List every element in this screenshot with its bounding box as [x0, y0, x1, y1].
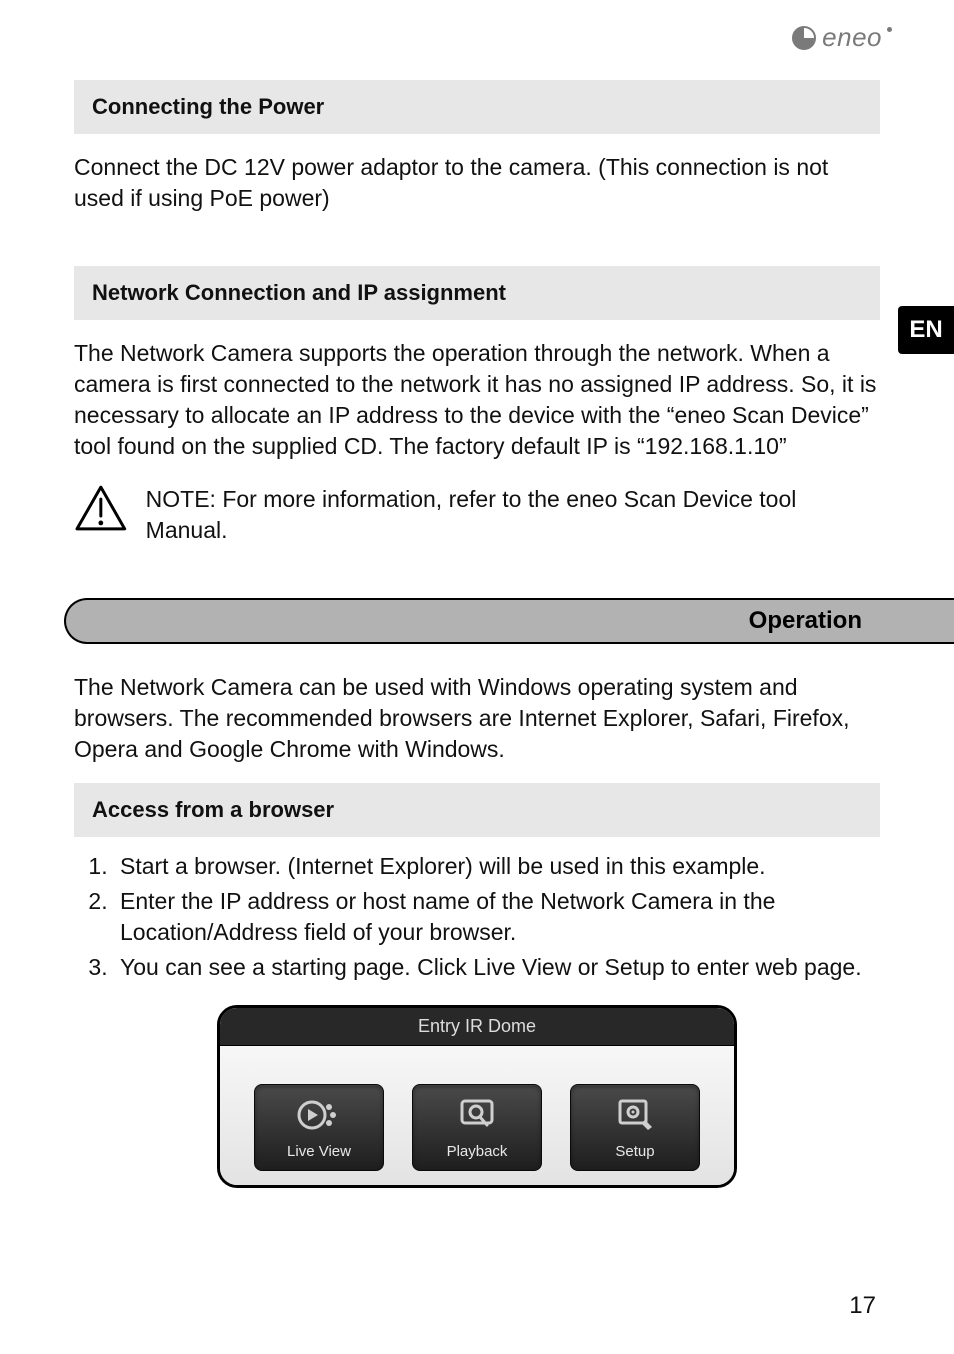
operation-title: Operation: [749, 607, 862, 635]
camera-ui-body: Live View Playback: [220, 1046, 734, 1185]
operation-bar-wrap: Operation: [64, 598, 954, 644]
section-title-power: Connecting the Power: [74, 80, 880, 134]
section-title-access-text: Access from a browser: [92, 797, 334, 822]
section-title-network-text: Network Connection and IP assignment: [92, 280, 506, 305]
page-number: 17: [849, 1292, 876, 1320]
setup-label: Setup: [615, 1143, 654, 1160]
content: Connecting the Power Connect the DC 12V …: [74, 80, 880, 546]
live-view-button[interactable]: Live View: [254, 1084, 384, 1171]
camera-ui-title: Entry IR Dome: [220, 1008, 734, 1046]
camera-ui-window: Entry IR Dome Live View: [217, 1005, 737, 1188]
note-row: NOTE: For more information, refer to the…: [74, 484, 880, 546]
playback-button[interactable]: Playback: [412, 1084, 542, 1171]
section-title-access: Access from a browser: [74, 783, 880, 837]
steps-list: Start a browser. (Internet Explorer) wil…: [74, 851, 880, 983]
camera-ui-screenshot: Entry IR Dome Live View: [74, 1005, 880, 1188]
logo-text: eneo: [822, 22, 882, 53]
section-title-network: Network Connection and IP assignment: [74, 266, 880, 320]
list-item: Enter the IP address or host name of the…: [114, 886, 880, 948]
language-tab-label: EN: [909, 316, 942, 344]
gear-icon: [612, 1095, 658, 1135]
section-title-power-text: Connecting the Power: [92, 94, 324, 119]
magnifier-icon: [454, 1095, 500, 1135]
note-text: NOTE: For more information, refer to the…: [146, 484, 880, 546]
play-icon: [296, 1095, 342, 1135]
page: eneo EN Connecting the Power Connect the…: [0, 0, 954, 1354]
language-tab: EN: [898, 306, 954, 354]
operation-bar: Operation: [64, 598, 954, 644]
setup-button[interactable]: Setup: [570, 1084, 700, 1171]
network-body-text: The Network Camera supports the operatio…: [74, 338, 880, 462]
warning-icon: [74, 484, 128, 532]
list-item: Start a browser. (Internet Explorer) wil…: [114, 851, 880, 882]
operation-body-text: The Network Camera can be used with Wind…: [74, 672, 880, 765]
brand-logo: eneo: [791, 22, 892, 53]
spacer: [74, 232, 880, 266]
logo-mark-icon: [791, 25, 817, 51]
operation-content: The Network Camera can be used with Wind…: [74, 672, 880, 1188]
live-view-label: Live View: [287, 1143, 351, 1160]
list-item: You can see a starting page. Click Live …: [114, 952, 880, 983]
playback-label: Playback: [447, 1143, 508, 1160]
power-body-text: Connect the DC 12V power adaptor to the …: [74, 152, 880, 214]
logo-dot: [887, 27, 892, 32]
